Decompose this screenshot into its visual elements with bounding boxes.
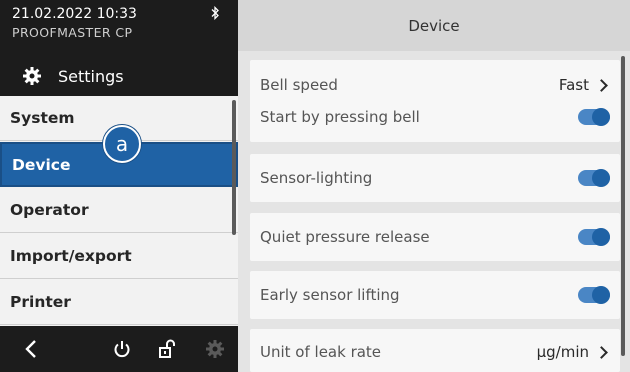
content-scrollbar[interactable] [621, 56, 625, 356]
quiet-pressure-release-toggle[interactable] [578, 228, 610, 246]
bell-speed-label: Bell speed [260, 76, 338, 94]
unit-of-leak-rate-card: Unit of leak rate µg/min [250, 329, 620, 372]
menu-item-import-export[interactable]: Import/export [0, 234, 238, 279]
menu-scrollbar[interactable] [232, 100, 236, 235]
device-settings-panel: Device Bell speed Fast Start by pressing… [238, 0, 630, 372]
bluetooth-icon [211, 6, 219, 20]
chevron-right-icon [595, 78, 608, 92]
quiet-pressure-release-row: Quiet pressure release [250, 222, 620, 252]
sensor-lighting-label: Sensor-lighting [260, 169, 373, 187]
settings-label: Settings [58, 66, 124, 86]
bell-settings-card: Bell speed Fast Start by pressing bell [250, 60, 620, 142]
start-by-pressing-bell-label: Start by pressing bell [260, 108, 420, 126]
device-name: PROOFMASTER CP [12, 25, 133, 40]
early-sensor-lifting-row: Early sensor lifting [250, 280, 620, 310]
unit-of-leak-rate-value-text: µg/min [536, 343, 589, 361]
quiet-pressure-release-label: Quiet pressure release [260, 228, 430, 246]
toggle-knob [592, 228, 610, 246]
quiet-pressure-release-card: Quiet pressure release [250, 213, 620, 261]
datetime-display: 21.02.2022 10:33 [12, 6, 137, 22]
unit-of-leak-rate-row[interactable]: Unit of leak rate µg/min [250, 337, 620, 367]
menu-item-printer[interactable]: Printer [0, 280, 238, 325]
early-sensor-lifting-label: Early sensor lifting [260, 286, 400, 304]
toggle-knob [592, 169, 610, 187]
toggle-knob [592, 108, 610, 126]
bell-speed-row[interactable]: Bell speed Fast [250, 70, 620, 100]
callout-badge: a [103, 125, 141, 163]
start-by-pressing-bell-row: Start by pressing bell [250, 102, 620, 132]
sensor-lighting-row: Sensor-lighting [250, 163, 620, 193]
bottom-toolbar [0, 326, 238, 372]
start-by-pressing-bell-toggle[interactable] [578, 108, 610, 126]
early-sensor-lifting-toggle[interactable] [578, 286, 610, 304]
settings-header: Settings [0, 56, 238, 96]
bell-speed-value-text: Fast [558, 76, 589, 94]
chevron-right-icon [595, 345, 608, 359]
bell-speed-value: Fast [559, 76, 610, 94]
early-sensor-lifting-card: Early sensor lifting [250, 271, 620, 319]
sensor-lighting-card: Sensor-lighting [250, 154, 620, 202]
unlock-icon[interactable] [157, 339, 177, 359]
toggle-knob [592, 286, 610, 304]
gear-icon[interactable] [205, 339, 225, 359]
power-icon[interactable] [112, 339, 132, 359]
gear-icon [23, 67, 41, 85]
menu-item-operator[interactable]: Operator [0, 188, 238, 233]
back-icon[interactable] [22, 339, 42, 359]
unit-of-leak-rate-label: Unit of leak rate [260, 343, 382, 361]
page-title: Device [238, 0, 630, 51]
unit-of-leak-rate-value: µg/min [537, 343, 610, 361]
status-header: 21.02.2022 10:33 PROOFMASTER CP Settings [0, 0, 238, 96]
left-panel: 21.02.2022 10:33 PROOFMASTER CP Settings… [0, 0, 238, 372]
sensor-lighting-toggle[interactable] [578, 169, 610, 187]
